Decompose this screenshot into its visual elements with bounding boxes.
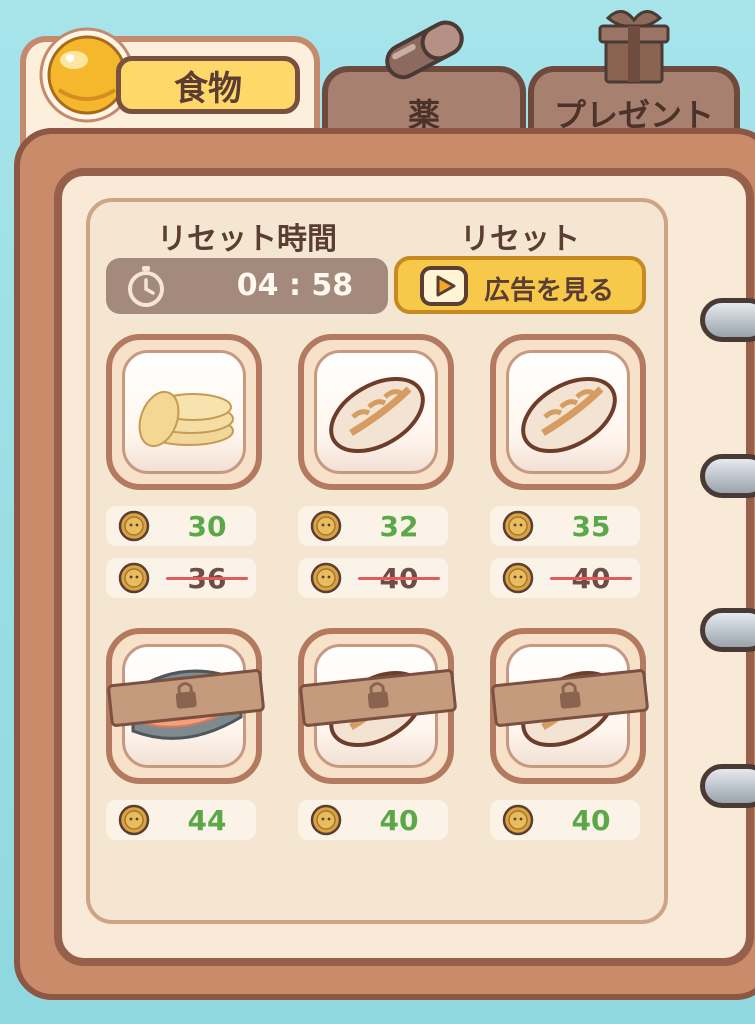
capsule-icon	[385, 20, 464, 80]
sale-price: 32	[379, 510, 419, 543]
stopwatch-icon	[128, 266, 164, 307]
gift-box-icon	[598, 10, 670, 84]
timer-value: 04 : 58	[236, 268, 354, 303]
strikethrough	[166, 577, 248, 580]
price-row: 35	[490, 506, 640, 546]
coin-icon	[310, 562, 342, 594]
coin-icon	[118, 510, 150, 542]
binder-ring	[700, 298, 755, 342]
coin-icon	[502, 562, 534, 594]
sale-price: 40	[379, 804, 419, 837]
coin-icon	[502, 510, 534, 542]
tab-food-label[interactable]: 食物	[116, 56, 300, 114]
item-slot	[122, 350, 246, 474]
shop-item-bread[interactable]	[490, 334, 646, 490]
sale-price: 40	[571, 804, 611, 837]
shop-item-bread-locked[interactable]	[298, 628, 457, 784]
price-row: 44	[106, 800, 256, 840]
old-price-row: 40	[490, 558, 640, 598]
strikethrough	[550, 577, 632, 580]
coin-icon	[310, 510, 342, 542]
strikethrough	[358, 577, 440, 580]
item-slot	[506, 350, 630, 474]
shop-item-bread[interactable]	[298, 334, 454, 490]
coin-icon	[310, 804, 342, 836]
sale-price: 30	[187, 510, 227, 543]
item-slot	[314, 350, 438, 474]
watch-ad-label[interactable]: 広告を見る	[484, 270, 614, 307]
coin-icon	[118, 804, 150, 836]
old-price-row: 40	[298, 558, 448, 598]
binder-ring	[700, 608, 755, 652]
watch-ad-button[interactable]: 広告を見る	[394, 256, 646, 314]
shop-item-bread-locked[interactable]	[490, 628, 649, 784]
coin-icon	[502, 804, 534, 836]
price-row: 32	[298, 506, 448, 546]
pancakes-icon	[138, 390, 234, 448]
price-row: 40	[298, 800, 448, 840]
binder-ring	[700, 454, 755, 498]
price-row: 40	[490, 800, 640, 840]
old-price-row: 36	[106, 558, 256, 598]
bread-icon	[329, 376, 425, 454]
price-row: 30	[106, 506, 256, 546]
binder-ring	[700, 764, 755, 808]
reset-label: リセット	[460, 222, 580, 257]
shop-item-pancakes[interactable]	[106, 334, 262, 490]
bread-icon	[521, 376, 617, 454]
shop-item-salmon-locked[interactable]	[106, 628, 265, 784]
sale-price: 35	[571, 510, 611, 543]
play-video-icon	[420, 266, 468, 306]
coin-icon	[118, 562, 150, 594]
reset-time-label: リセット時間	[157, 222, 337, 257]
sale-price: 44	[187, 804, 227, 837]
reset-timer: 04 : 58	[106, 258, 388, 314]
